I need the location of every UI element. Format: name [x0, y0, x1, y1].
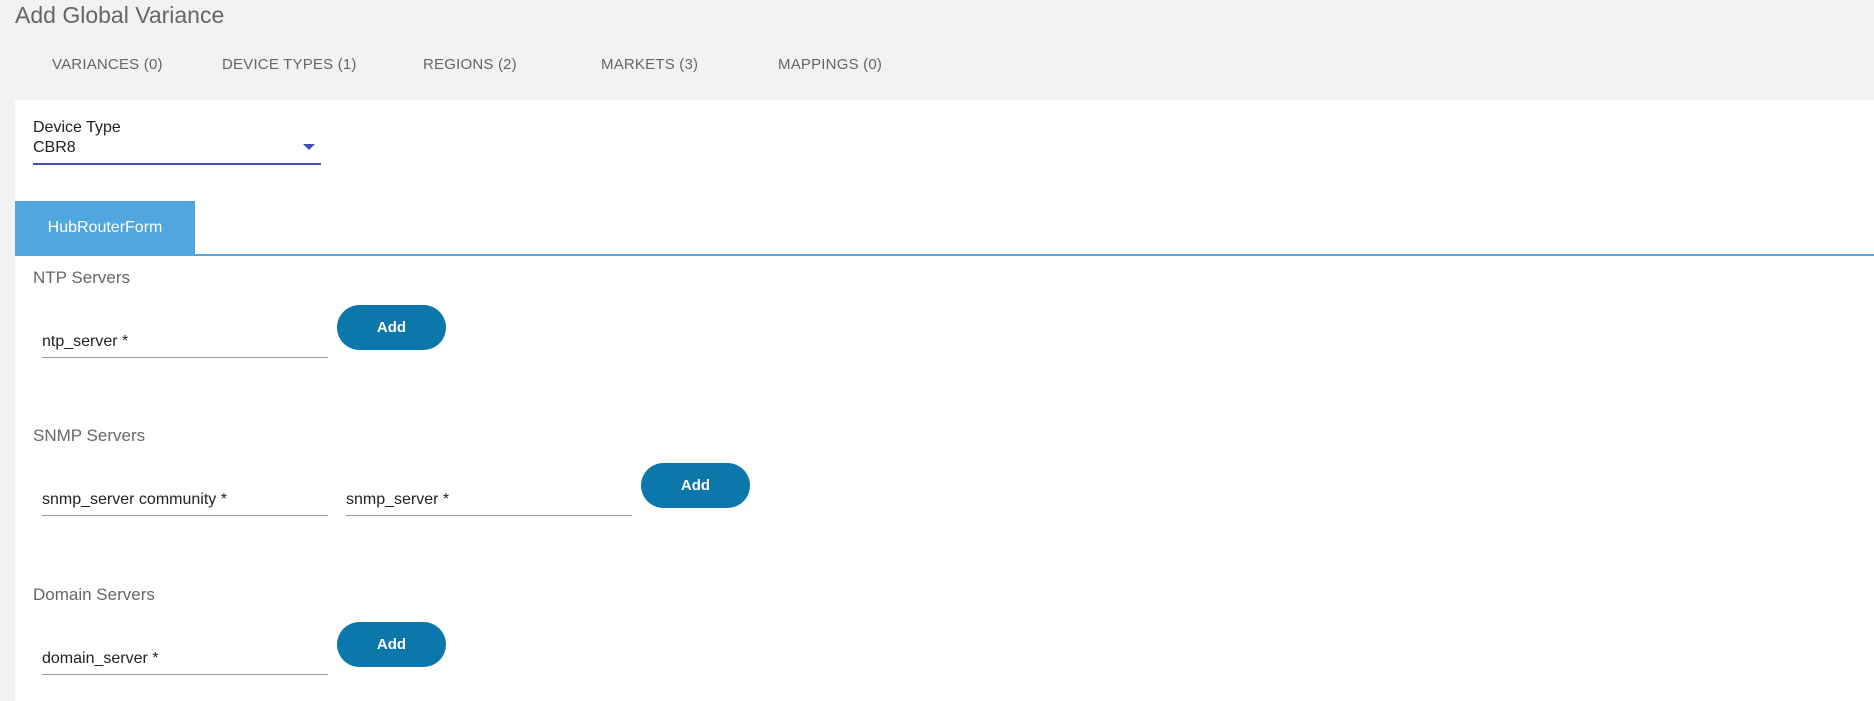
page-title: Add Global Variance [15, 2, 225, 28]
device-type-label: Device Type [33, 119, 121, 136]
snmp-community-input[interactable]: snmp_server community * [42, 485, 328, 516]
tab-device-types[interactable]: DEVICE TYPES (1) [222, 56, 357, 73]
device-type-value: CBR8 [33, 139, 76, 156]
ntp-servers-heading: NTP Servers [33, 268, 130, 287]
ntp-server-label: ntp_server * [42, 333, 129, 350]
dropdown-caret-icon [303, 144, 315, 150]
device-type-select[interactable]: CBR8 [33, 138, 321, 165]
domain-servers-heading: Domain Servers [33, 585, 155, 604]
ntp-server-input[interactable]: ntp_server * [42, 327, 328, 358]
domain-server-label: domain_server * [42, 650, 159, 667]
tab-divider [15, 254, 1874, 256]
tab-regions[interactable]: REGIONS (2) [423, 56, 517, 73]
tab-variances[interactable]: VARIANCES (0) [52, 56, 163, 73]
variance-tabs: VARIANCES (0) DEVICE TYPES (1) REGIONS (… [0, 56, 1000, 78]
snmp-server-input[interactable]: snmp_server * [346, 485, 632, 516]
add-snmp-server-button[interactable]: Add [641, 463, 750, 508]
tab-mappings[interactable]: MAPPINGS (0) [778, 56, 882, 73]
device-type-panel: Device Type CBR8 HubRouterForm NTP Serve… [15, 100, 1874, 701]
tab-hub-router-form[interactable]: HubRouterForm [15, 201, 195, 255]
snmp-community-label: snmp_server community * [42, 491, 227, 508]
tab-markets[interactable]: MARKETS (3) [601, 56, 698, 73]
snmp-servers-heading: SNMP Servers [33, 426, 146, 445]
snmp-server-label: snmp_server * [346, 491, 450, 508]
add-ntp-server-button[interactable]: Add [337, 305, 446, 350]
domain-server-input[interactable]: domain_server * [42, 644, 328, 675]
add-domain-server-button[interactable]: Add [337, 622, 446, 667]
